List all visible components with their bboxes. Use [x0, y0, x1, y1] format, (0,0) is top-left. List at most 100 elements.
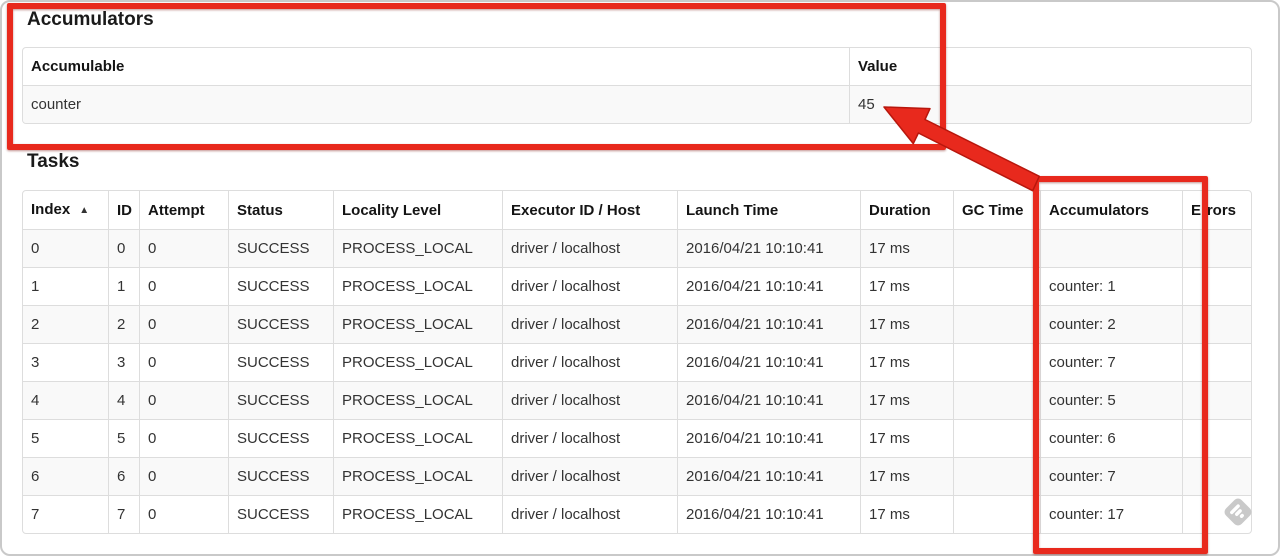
task-cell-id: 7 — [108, 495, 139, 533]
task-cell-index: 3 — [23, 343, 108, 381]
accumulable-name-cell: counter — [23, 85, 849, 123]
task-cell-id: 1 — [108, 267, 139, 305]
header-locality-level[interactable]: Locality Level — [333, 191, 502, 229]
header-gc-time[interactable]: GC Time — [953, 191, 1040, 229]
task-cell-accumulators: counter: 17 — [1040, 495, 1182, 533]
task-cell-attempt: 0 — [139, 495, 228, 533]
task-cell-index: 7 — [23, 495, 108, 533]
task-cell-index: 6 — [23, 457, 108, 495]
task-cell-errors — [1182, 267, 1251, 305]
task-cell-id: 3 — [108, 343, 139, 381]
task-cell-status: SUCCESS — [228, 343, 333, 381]
task-cell-id: 4 — [108, 381, 139, 419]
task-cell-duration: 17 ms — [860, 305, 953, 343]
task-cell-gc-time — [953, 381, 1040, 419]
task-cell-launch-time: 2016/04/21 10:10:41 — [677, 381, 860, 419]
task-cell-accumulators: counter: 6 — [1040, 419, 1182, 457]
task-cell-locality: PROCESS_LOCAL — [333, 229, 502, 267]
header-status[interactable]: Status — [228, 191, 333, 229]
tasks-table: Index ▲ ID Attempt Status Locality Level … — [22, 190, 1252, 534]
header-errors[interactable]: Errors — [1182, 191, 1251, 229]
task-cell-duration: 17 ms — [860, 457, 953, 495]
header-id[interactable]: ID — [108, 191, 139, 229]
task-cell-attempt: 0 — [139, 457, 228, 495]
task-row: 2 2 0 SUCCESS PROCESS_LOCAL driver / loc… — [23, 305, 1251, 343]
header-accumulators[interactable]: Accumulators — [1040, 191, 1182, 229]
accumulators-section-title: Accumulators — [27, 9, 154, 30]
task-cell-duration: 17 ms — [860, 343, 953, 381]
task-cell-status: SUCCESS — [228, 229, 333, 267]
task-cell-errors — [1182, 381, 1251, 419]
task-cell-duration: 17 ms — [860, 381, 953, 419]
task-cell-status: SUCCESS — [228, 267, 333, 305]
task-cell-errors — [1182, 419, 1251, 457]
accumulable-value-cell: 45 — [849, 85, 1251, 123]
task-cell-status: SUCCESS — [228, 305, 333, 343]
task-cell-locality: PROCESS_LOCAL — [333, 419, 502, 457]
header-launch-time[interactable]: Launch Time — [677, 191, 860, 229]
header-index[interactable]: Index ▲ — [23, 191, 108, 229]
task-cell-gc-time — [953, 267, 1040, 305]
task-cell-id: 5 — [108, 419, 139, 457]
task-cell-launch-time: 2016/04/21 10:10:41 — [677, 343, 860, 381]
task-cell-errors — [1182, 305, 1251, 343]
header-index-label: Index — [31, 201, 71, 218]
task-cell-duration: 17 ms — [860, 267, 953, 305]
task-cell-index: 2 — [23, 305, 108, 343]
task-row: 3 3 0 SUCCESS PROCESS_LOCAL driver / loc… — [23, 343, 1251, 381]
task-cell-duration: 17 ms — [860, 419, 953, 457]
task-cell-errors — [1182, 343, 1251, 381]
task-cell-status: SUCCESS — [228, 419, 333, 457]
header-duration[interactable]: Duration — [860, 191, 953, 229]
accumulators-table: Accumulable Value counter 45 — [22, 47, 1252, 124]
task-cell-attempt: 0 — [139, 343, 228, 381]
header-executor-id-host[interactable]: Executor ID / Host — [502, 191, 677, 229]
header-attempt[interactable]: Attempt — [139, 191, 228, 229]
task-cell-locality: PROCESS_LOCAL — [333, 495, 502, 533]
task-cell-executor: driver / localhost — [502, 495, 677, 533]
task-cell-id: 0 — [108, 229, 139, 267]
task-cell-errors — [1182, 457, 1251, 495]
task-cell-executor: driver / localhost — [502, 267, 677, 305]
task-cell-index: 1 — [23, 267, 108, 305]
task-row: 1 1 0 SUCCESS PROCESS_LOCAL driver / loc… — [23, 267, 1251, 305]
header-value[interactable]: Value — [849, 48, 1251, 85]
task-cell-attempt: 0 — [139, 267, 228, 305]
task-cell-executor: driver / localhost — [502, 457, 677, 495]
task-cell-status: SUCCESS — [228, 495, 333, 533]
tasks-header-row: Index ▲ ID Attempt Status Locality Level … — [23, 191, 1251, 229]
accumulators-header-row: Accumulable Value — [23, 48, 1251, 85]
task-cell-index: 0 — [23, 229, 108, 267]
task-cell-executor: driver / localhost — [502, 419, 677, 457]
task-cell-id: 6 — [108, 457, 139, 495]
accumulator-row: counter 45 — [23, 85, 1251, 123]
task-row: 7 7 0 SUCCESS PROCESS_LOCAL driver / loc… — [23, 495, 1251, 533]
task-cell-locality: PROCESS_LOCAL — [333, 343, 502, 381]
task-cell-launch-time: 2016/04/21 10:10:41 — [677, 267, 860, 305]
task-cell-accumulators: counter: 5 — [1040, 381, 1182, 419]
task-cell-locality: PROCESS_LOCAL — [333, 267, 502, 305]
task-cell-duration: 17 ms — [860, 229, 953, 267]
task-cell-attempt: 0 — [139, 419, 228, 457]
task-cell-id: 2 — [108, 305, 139, 343]
task-cell-launch-time: 2016/04/21 10:10:41 — [677, 229, 860, 267]
header-accumulable[interactable]: Accumulable — [23, 48, 849, 85]
task-cell-accumulators: counter: 2 — [1040, 305, 1182, 343]
task-cell-gc-time — [953, 229, 1040, 267]
sort-ascending-icon: ▲ — [79, 205, 90, 216]
task-cell-attempt: 0 — [139, 381, 228, 419]
task-cell-accumulators: counter: 1 — [1040, 267, 1182, 305]
task-cell-status: SUCCESS — [228, 381, 333, 419]
task-cell-accumulators: counter: 7 — [1040, 343, 1182, 381]
task-cell-launch-time: 2016/04/21 10:10:41 — [677, 495, 860, 533]
task-cell-gc-time — [953, 305, 1040, 343]
task-cell-locality: PROCESS_LOCAL — [333, 305, 502, 343]
task-cell-executor: driver / localhost — [502, 381, 677, 419]
task-cell-locality: PROCESS_LOCAL — [333, 457, 502, 495]
task-cell-accumulators: counter: 7 — [1040, 457, 1182, 495]
task-cell-gc-time — [953, 419, 1040, 457]
task-cell-index: 5 — [23, 419, 108, 457]
task-cell-status: SUCCESS — [228, 457, 333, 495]
task-cell-gc-time — [953, 457, 1040, 495]
task-cell-executor: driver / localhost — [502, 229, 677, 267]
